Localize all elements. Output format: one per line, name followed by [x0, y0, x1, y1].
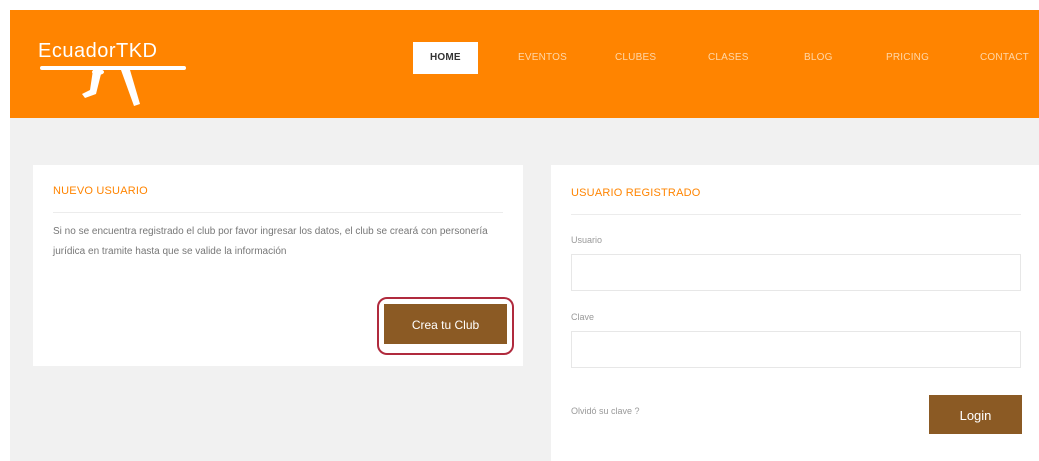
- nav-blog[interactable]: BLOG: [804, 42, 833, 74]
- create-club-button[interactable]: Crea tu Club: [384, 304, 507, 344]
- new-user-divider: [53, 212, 503, 213]
- nav-clubes[interactable]: CLUBES: [615, 42, 656, 74]
- new-user-title: NUEVO USUARIO: [53, 185, 148, 197]
- nav-contact[interactable]: CONTACT: [980, 42, 1029, 74]
- username-label: Usuario: [571, 235, 603, 245]
- new-user-description: Si no se encuentra registrado el club po…: [53, 226, 488, 257]
- password-input[interactable]: [571, 331, 1021, 368]
- taekwondo-kicker-icon: [40, 66, 186, 106]
- nav-clases[interactable]: CLASES: [708, 42, 749, 74]
- username-input[interactable]: [571, 254, 1021, 291]
- nav-eventos[interactable]: EVENTOS: [518, 42, 567, 74]
- registered-user-panel: USUARIO REGISTRADO Usuario Clave Olvidó …: [551, 165, 1039, 461]
- site-header: EcuadorTKD HOME EVENTOS CLUBES CLASES BL…: [10, 10, 1039, 118]
- password-label: Clave: [571, 312, 595, 322]
- forgot-password-link[interactable]: Olvidó su clave ?: [571, 406, 640, 416]
- create-club-highlight: Crea tu Club: [377, 297, 514, 355]
- nav-pricing[interactable]: PRICING: [886, 42, 929, 74]
- login-button[interactable]: Login: [929, 395, 1022, 434]
- registered-user-title: USUARIO REGISTRADO: [571, 187, 701, 199]
- nav-home[interactable]: HOME: [413, 42, 478, 74]
- registered-user-divider: [571, 214, 1021, 215]
- site-logo[interactable]: EcuadorTKD: [38, 40, 188, 110]
- new-user-panel: NUEVO USUARIO Si no se encuentra registr…: [33, 165, 523, 366]
